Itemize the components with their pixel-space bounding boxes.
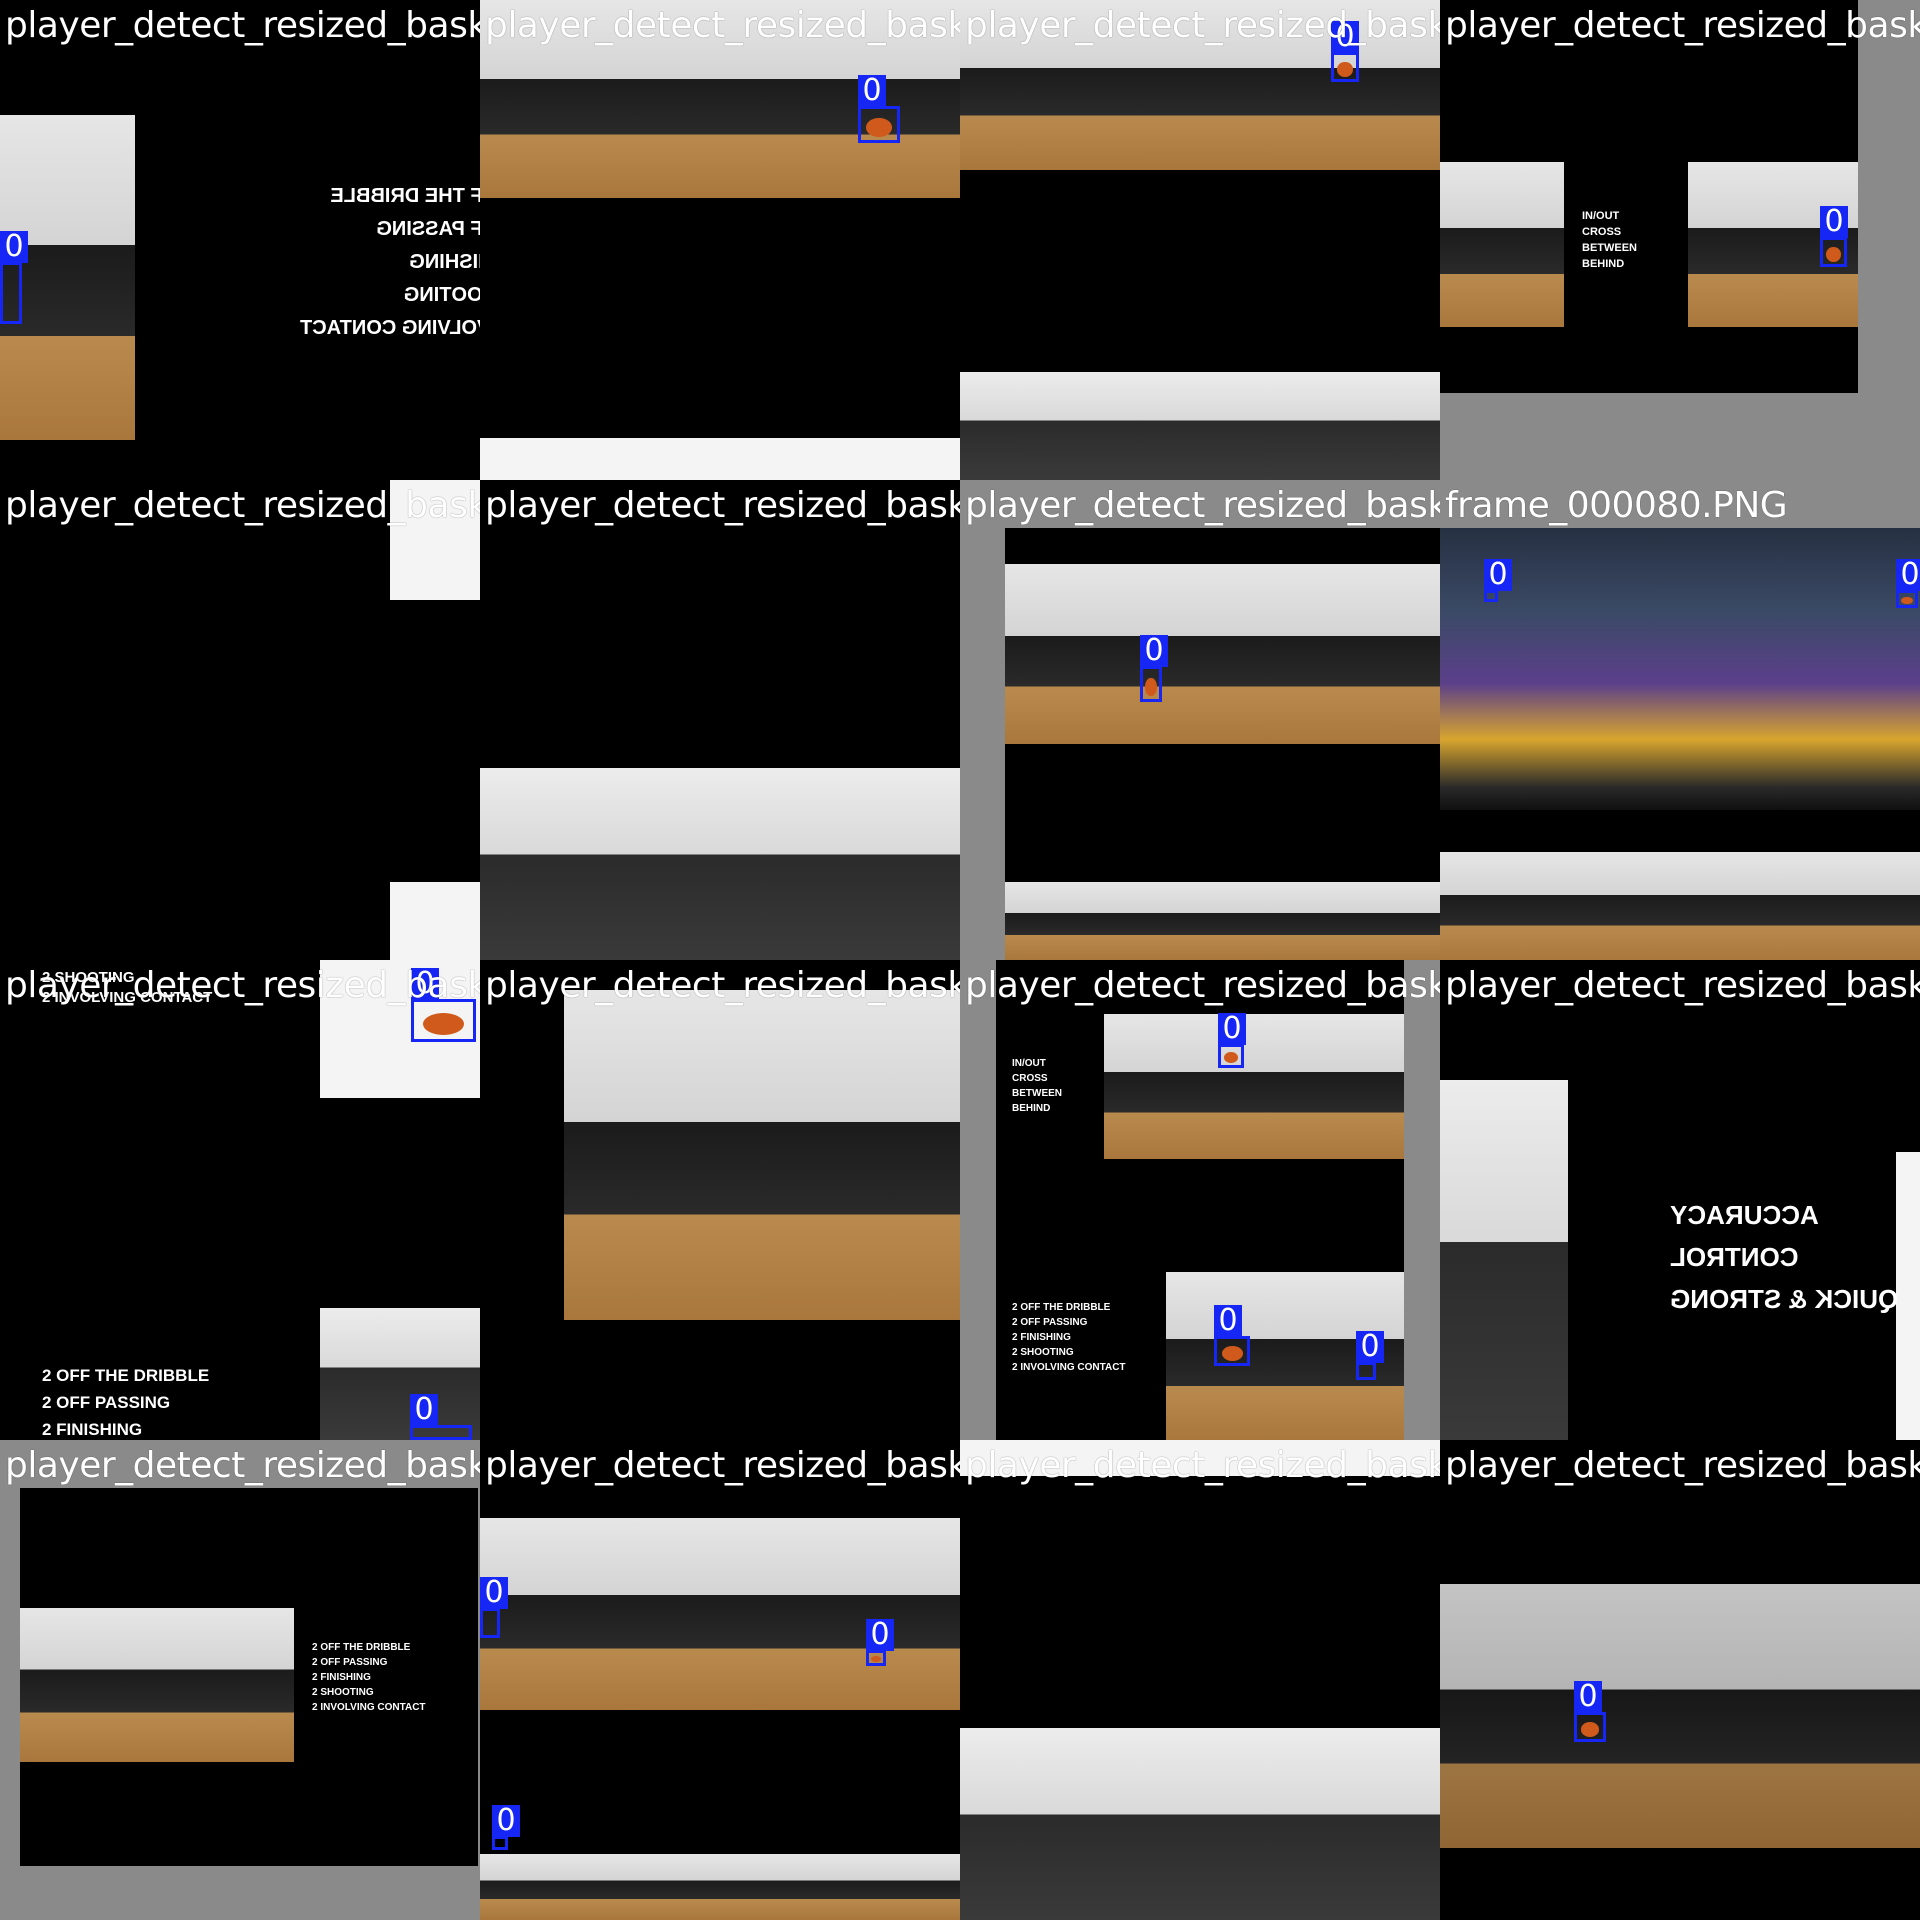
tile-caption: frame_000080.PNG	[1445, 485, 1788, 526]
detection-box: 0	[1574, 1681, 1606, 1742]
ball-icon	[1580, 1722, 1600, 1737]
tile-caption: player_detect_resized_basketball_video_m	[485, 1445, 960, 1486]
frame-image	[1440, 1080, 1568, 1440]
benefits-list: ACCURACY CONTROL QUICK & STRONG	[1670, 1200, 1899, 1314]
detection-box: 0	[410, 1394, 472, 1440]
class-label: 0	[1214, 1305, 1242, 1337]
drill-list: 2 OFF THE DRIBBLE 2 OFF PASSING 2 FINISH…	[300, 185, 480, 339]
class-label: 0	[1484, 559, 1512, 591]
detection-box: 0	[1214, 1305, 1250, 1366]
mosaic-tile: 0 player_detect_resized_basketball_video…	[480, 0, 960, 480]
detection-box: 0	[1820, 206, 1848, 267]
ball-icon	[871, 1656, 881, 1662]
ball-icon	[1221, 1346, 1243, 1361]
mosaic-tile: 2 SHOOTING 2 INVOLVING CONTACT 2 OFF THE…	[0, 960, 480, 1440]
frame-image	[1005, 564, 1440, 744]
ball-icon	[866, 118, 892, 137]
ball-icon	[1826, 247, 1841, 262]
detection-mosaic: 2 OFF THE DRIBBLE 2 OFF PASSING 2 FINISH…	[0, 0, 1920, 1920]
mosaic-tile: 2 OFF THE DRIBBLE 2 OFF PASSING 2 FINISH…	[0, 0, 480, 480]
drill-list: 2 OFF THE DRIBBLE 2 OFF PASSING 2 FINISH…	[1012, 1302, 1126, 1373]
detection-box: 0	[1356, 1331, 1384, 1380]
class-label: 0	[1140, 635, 1168, 667]
class-label: 0	[858, 75, 886, 107]
frame-image	[960, 372, 1440, 480]
tile-caption: player_detect_resized_basketball_video_m	[965, 5, 1440, 46]
class-label: 0	[1820, 206, 1848, 238]
detection-box: 0	[480, 1577, 508, 1638]
class-label: 0	[1574, 1681, 1602, 1713]
detection-box: 0	[0, 231, 28, 324]
class-label: 0	[1896, 559, 1920, 591]
mosaic-tile: player_detect_resized_basketball_video_m	[480, 960, 960, 1440]
frame-image	[390, 882, 480, 960]
class-label: 0	[480, 1577, 508, 1609]
frame-image	[564, 990, 960, 1320]
tile-caption: player_detect_resized_basketball_video_m	[5, 485, 480, 526]
class-label: 0	[0, 231, 28, 263]
frame-image	[1440, 1584, 1920, 1848]
class-label: 0	[866, 1619, 894, 1651]
detection-box: 0	[1896, 559, 1920, 608]
frame-image	[960, 1728, 1440, 1920]
mosaic-tile: 0 0 0 player_detect_resized_basketball_v…	[480, 1440, 960, 1920]
frame-image	[20, 1608, 294, 1762]
class-label: 0	[1356, 1331, 1384, 1363]
detection-box: 0	[1218, 1013, 1246, 1068]
tile-caption: player_detect_resized_basketball_video_m	[1445, 1445, 1920, 1486]
frame-image	[480, 1518, 960, 1710]
mosaic-tile: IN/OUT CROSS BETWEEN BEHIND 2 OFF THE DR…	[960, 960, 1440, 1440]
tile-caption: player_detect_resized_basketball_video_m	[485, 5, 960, 46]
ball-icon	[1224, 1052, 1238, 1064]
tile-caption: player_detect_resized_basketball_video_m	[5, 965, 480, 1006]
frame-image	[480, 438, 960, 480]
frame-image	[480, 768, 960, 960]
tile-caption: player_detect_resized_basketball_video_m	[5, 1445, 480, 1486]
frame-image	[1440, 528, 1920, 810]
detection-box: 0	[858, 75, 900, 143]
frame-image	[1896, 1152, 1920, 1440]
tile-caption: player_detect_resized_basketball_video_m	[485, 965, 960, 1006]
mosaic-tile: player_detect_resized_basketball_video_m	[960, 1440, 1440, 1920]
ball-icon	[1337, 62, 1353, 77]
frame-image	[1440, 162, 1564, 327]
detection-box: 0	[1484, 559, 1512, 602]
mosaic-tile: player_detect_resized_basketball_video_m	[0, 480, 480, 960]
class-label: 0	[1218, 1013, 1246, 1045]
mosaic-tile: 2 OFF THE DRIBBLE 2 OFF PASSING 2 FINISH…	[0, 1440, 480, 1920]
drill-list: 2 OFF THE DRIBBLE 2 OFF PASSING 2 FINISH…	[312, 1642, 426, 1713]
detection-box: 0	[1140, 635, 1168, 702]
drill-list: IN/OUT CROSS BETWEEN BEHIND	[1582, 210, 1637, 270]
frame-image	[1005, 882, 1440, 960]
class-label: 0	[492, 1805, 520, 1837]
ball-icon	[422, 1013, 465, 1036]
frame-image	[1440, 852, 1920, 960]
detection-box: 0	[866, 1619, 894, 1666]
tile-caption: player_detect_resized_basketball_video_m	[1445, 965, 1920, 1006]
frame-image	[480, 1854, 960, 1920]
tile-caption: player_detect_resized_basketball_video_m	[965, 485, 1440, 526]
mosaic-tile: player_detect_resized_basketball_video_m	[480, 480, 960, 960]
mosaic-tile: ACCURACY CONTROL QUICK & STRONG player_d…	[1440, 960, 1920, 1440]
tile-caption: player_detect_resized_basketball_video_m	[965, 1445, 1440, 1486]
mosaic-tile: IN/OUT CROSS BETWEEN BEHIND 0 player_det…	[1440, 0, 1920, 480]
mosaic-tile: 0 player_detect_resized_basketball_video…	[960, 480, 1440, 960]
ball-icon	[1145, 678, 1157, 696]
detection-box: 0	[1331, 21, 1359, 82]
drill-list: 2 OFF THE DRIBBLE 2 OFF PASSING 2 FINISH…	[42, 1366, 210, 1439]
frame-image	[320, 1308, 480, 1440]
tile-caption: player_detect_resized_basketball_video_m	[1445, 5, 1920, 46]
detection-box: 0	[492, 1805, 520, 1850]
mosaic-tile: 0 player_detect_resized_basketball_video…	[960, 0, 1440, 480]
frame-image	[1104, 1014, 1404, 1159]
ball-icon	[1901, 596, 1913, 604]
tile-caption: player_detect_resized_basketball_video_m	[485, 485, 960, 526]
class-label: 0	[410, 1394, 438, 1426]
mosaic-tile: 0 player_detect_resized_basketball_video…	[1440, 1440, 1920, 1920]
tile-caption: player_detect_resized_basketball_video_m	[5, 5, 480, 46]
tile-caption: player_detect_resized_basketball_video_m	[965, 965, 1440, 1006]
mosaic-tile: 0 0 frame_000080.PNG	[1440, 480, 1920, 960]
drill-list: IN/OUT CROSS BETWEEN BEHIND	[1012, 1058, 1062, 1114]
